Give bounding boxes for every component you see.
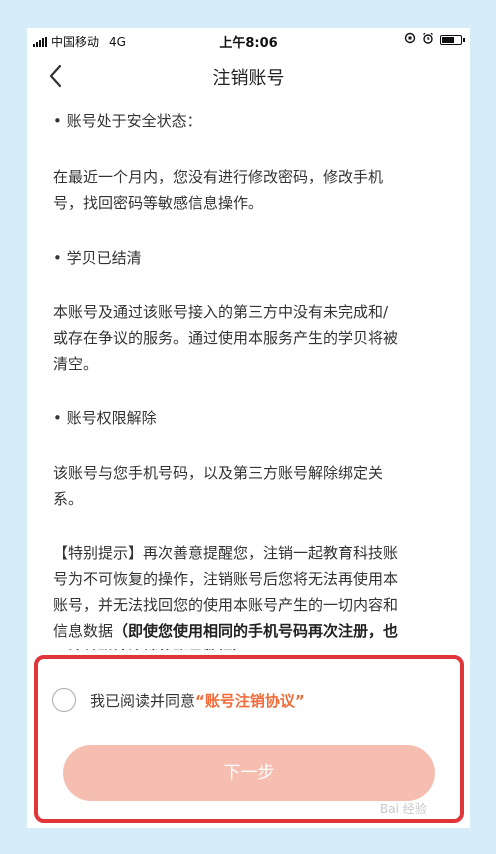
notice-text: 账号，并无法找回您的使用本账号产生的一切内容和 <box>53 596 399 614</box>
notice-text: 信息数据（即使您使用相同的手机号码再次注册，也 <box>53 618 453 644</box>
section-heading: • 账号权限解除 <box>53 409 157 427</box>
section-text: 号，找回密码等敏感信息操作。 <box>53 194 264 212</box>
section-heading: • 账号处于安全状态： <box>53 112 202 130</box>
notice-normal-text: 信息数据 <box>53 622 114 640</box>
section-text: 清空。 <box>53 355 99 373</box>
status-bar: 中国移动 4G 上午8:06 <box>27 28 470 54</box>
section-text: 该账号与您手机号码，以及第三方账号解除绑定关 <box>53 464 384 482</box>
status-right <box>404 32 465 47</box>
section-heading: • 学贝已结清 <box>53 249 142 267</box>
section-text: 在最近一个月内，您没有进行修改密码，修改手机 <box>53 168 384 186</box>
watermark-text: Bai 经验 <box>380 802 427 816</box>
nav-bar: 注销账号 <box>27 56 470 96</box>
battery-icon <box>440 34 465 45</box>
section-text: 本账号及通过该账号接入的第三方中没有未完成和/ <box>53 303 389 321</box>
section-text: 系。 <box>53 490 84 508</box>
page-title: 注销账号 <box>212 68 285 89</box>
highlight-frame <box>34 655 464 823</box>
notice-bold-text: （即使您使用相同的手机号码再次注册，也 <box>113 622 399 640</box>
section-text: 或存在争议的服务。通过使用本服务产生的学贝将被 <box>53 329 399 347</box>
notice-text: 号为不可恢复的操作，注销账号后您将无法再使用本 <box>53 570 399 588</box>
notice-text: 【特别提示】再次善意提醒您，注销一起教育科技账 <box>53 544 399 562</box>
rotation-lock-icon <box>404 32 416 47</box>
alarm-icon <box>422 32 434 47</box>
